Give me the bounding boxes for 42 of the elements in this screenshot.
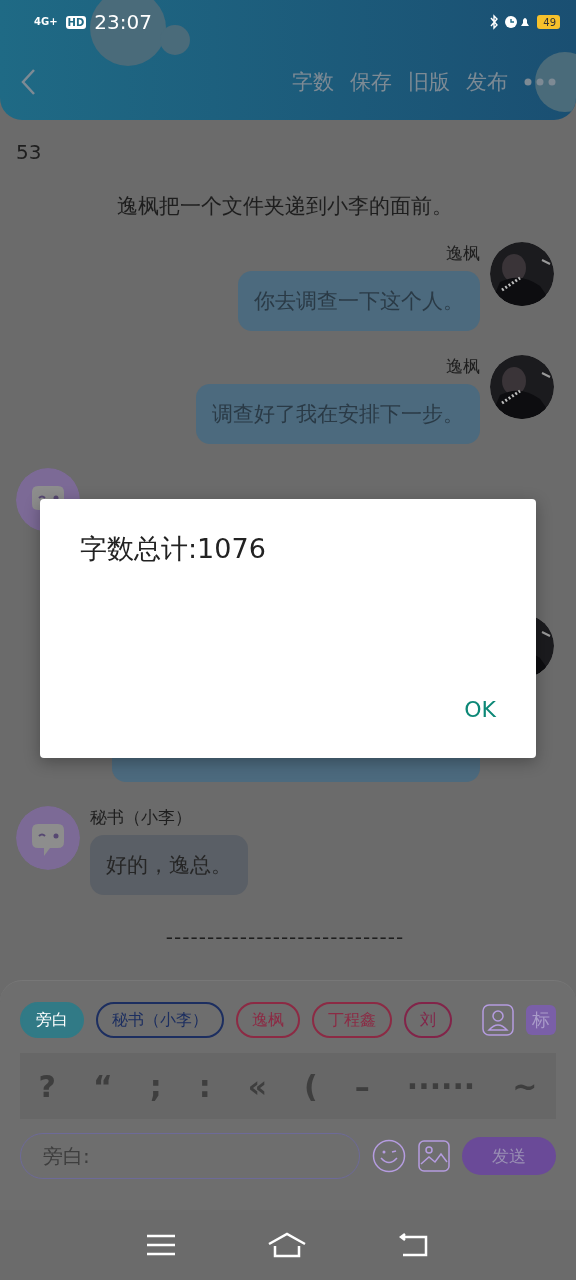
dialog-message: 字数总计:1076 xyxy=(80,532,267,566)
chat-avatar-icon xyxy=(16,806,80,870)
menu-icon[interactable] xyxy=(146,1234,175,1256)
role-chip[interactable]: 逸枫 xyxy=(236,1002,300,1038)
punctuation-key[interactable]: ; xyxy=(145,1068,166,1104)
tag-button[interactable]: 标 xyxy=(526,1005,556,1035)
punctuation-key[interactable]: – xyxy=(350,1068,374,1104)
header-action[interactable]: 保存 xyxy=(350,68,392,96)
clock: 23:07 xyxy=(94,10,152,34)
emoji-icon[interactable] xyxy=(372,1139,406,1173)
punctuation-key[interactable]: : xyxy=(194,1068,215,1104)
back-icon[interactable] xyxy=(399,1233,430,1257)
dashed-divider: ----------------------------- xyxy=(164,925,406,949)
punctuation-key[interactable]: “ xyxy=(88,1068,117,1104)
header-action[interactable]: 旧版 xyxy=(408,68,450,96)
message-bubble: 好的，逸总。 xyxy=(90,835,248,895)
status-icons xyxy=(489,14,530,30)
contact-icon[interactable] xyxy=(482,1004,514,1036)
punctuation-key[interactable]: « xyxy=(243,1068,272,1104)
punctuation-key[interactable]: ······ xyxy=(402,1068,480,1104)
role-chip[interactable]: 秘书（小李） xyxy=(96,1002,224,1038)
punctuation-key[interactable]: ? xyxy=(34,1068,60,1104)
chapter-number: 53 xyxy=(16,140,42,164)
role-chip[interactable]: 旁白 xyxy=(20,1002,84,1038)
send-button[interactable]: 发送 xyxy=(462,1137,556,1175)
sender-name: 逸枫 xyxy=(446,242,480,265)
punctuation-key[interactable]: ~ xyxy=(508,1068,542,1104)
more-icon[interactable] xyxy=(524,78,556,86)
punctuation-key[interactable]: ( xyxy=(300,1068,322,1104)
signal-indicator: 4G+ xyxy=(34,17,58,27)
image-icon[interactable] xyxy=(418,1140,450,1172)
ok-button[interactable]: OK xyxy=(454,693,506,726)
header-action[interactable]: 字数 xyxy=(292,68,334,96)
role-chip[interactable]: 丁程鑫 xyxy=(312,1002,392,1038)
role-chip[interactable]: 刘 xyxy=(404,1002,452,1038)
hd-badge: HD xyxy=(65,15,87,29)
narration-text: 逸枫把一个文件夹递到小李的面前。 xyxy=(116,193,454,220)
sender-name: 秘书（小李） xyxy=(90,806,193,829)
header-action[interactable]: 发布 xyxy=(466,68,508,96)
sender-name: 逸枫 xyxy=(446,355,480,378)
home-icon[interactable] xyxy=(268,1232,306,1258)
battery-indicator: 49 xyxy=(537,15,560,29)
